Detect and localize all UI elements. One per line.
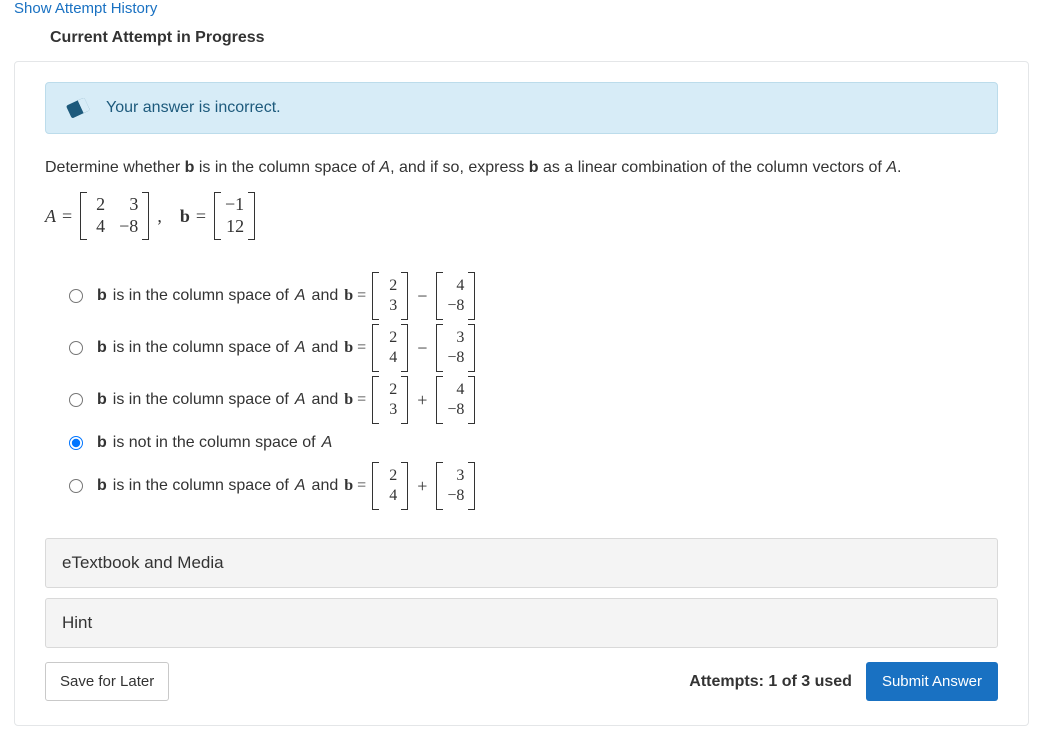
- option-5-radio[interactable]: [69, 479, 83, 493]
- vector-b: −1 12: [214, 192, 255, 240]
- matrix-A: 23 4−8: [80, 192, 149, 240]
- option-3[interactable]: b is in the column space of A and b = 23…: [69, 376, 998, 424]
- eraser-icon: [66, 97, 90, 118]
- hint-accordion[interactable]: Hint: [45, 598, 998, 648]
- option-4[interactable]: b is not in the column space of A: [69, 428, 998, 458]
- etextbook-accordion[interactable]: eTextbook and Media: [45, 538, 998, 588]
- given-equation: A = 23 4−8 , b = −1: [45, 192, 998, 240]
- option-2-radio[interactable]: [69, 341, 83, 355]
- show-history-link[interactable]: Show Attempt History: [14, 0, 157, 17]
- option-5[interactable]: b is in the column space of A and b = 24…: [69, 462, 998, 510]
- footer-row: Save for Later Attempts: 1 of 3 used Sub…: [45, 662, 998, 701]
- option-4-radio[interactable]: [69, 436, 83, 450]
- answer-options: b is in the column space of A and b = 23…: [45, 258, 998, 528]
- question-card: Your answer is incorrect. Determine whet…: [14, 61, 1029, 726]
- option-1[interactable]: b is in the column space of A and b = 23…: [69, 272, 998, 320]
- option-3-radio[interactable]: [69, 393, 83, 407]
- current-attempt-title: Current Attempt in Progress: [14, 29, 1029, 47]
- question-prompt: Determine whether b is in the column spa…: [45, 156, 998, 180]
- alert-message: Your answer is incorrect.: [106, 99, 281, 117]
- option-2[interactable]: b is in the column space of A and b = 24…: [69, 324, 998, 372]
- feedback-alert: Your answer is incorrect.: [45, 82, 998, 134]
- save-for-later-button[interactable]: Save for Later: [45, 662, 169, 701]
- attempts-text: Attempts: 1 of 3 used: [689, 673, 852, 691]
- option-1-radio[interactable]: [69, 289, 83, 303]
- submit-answer-button[interactable]: Submit Answer: [866, 662, 998, 701]
